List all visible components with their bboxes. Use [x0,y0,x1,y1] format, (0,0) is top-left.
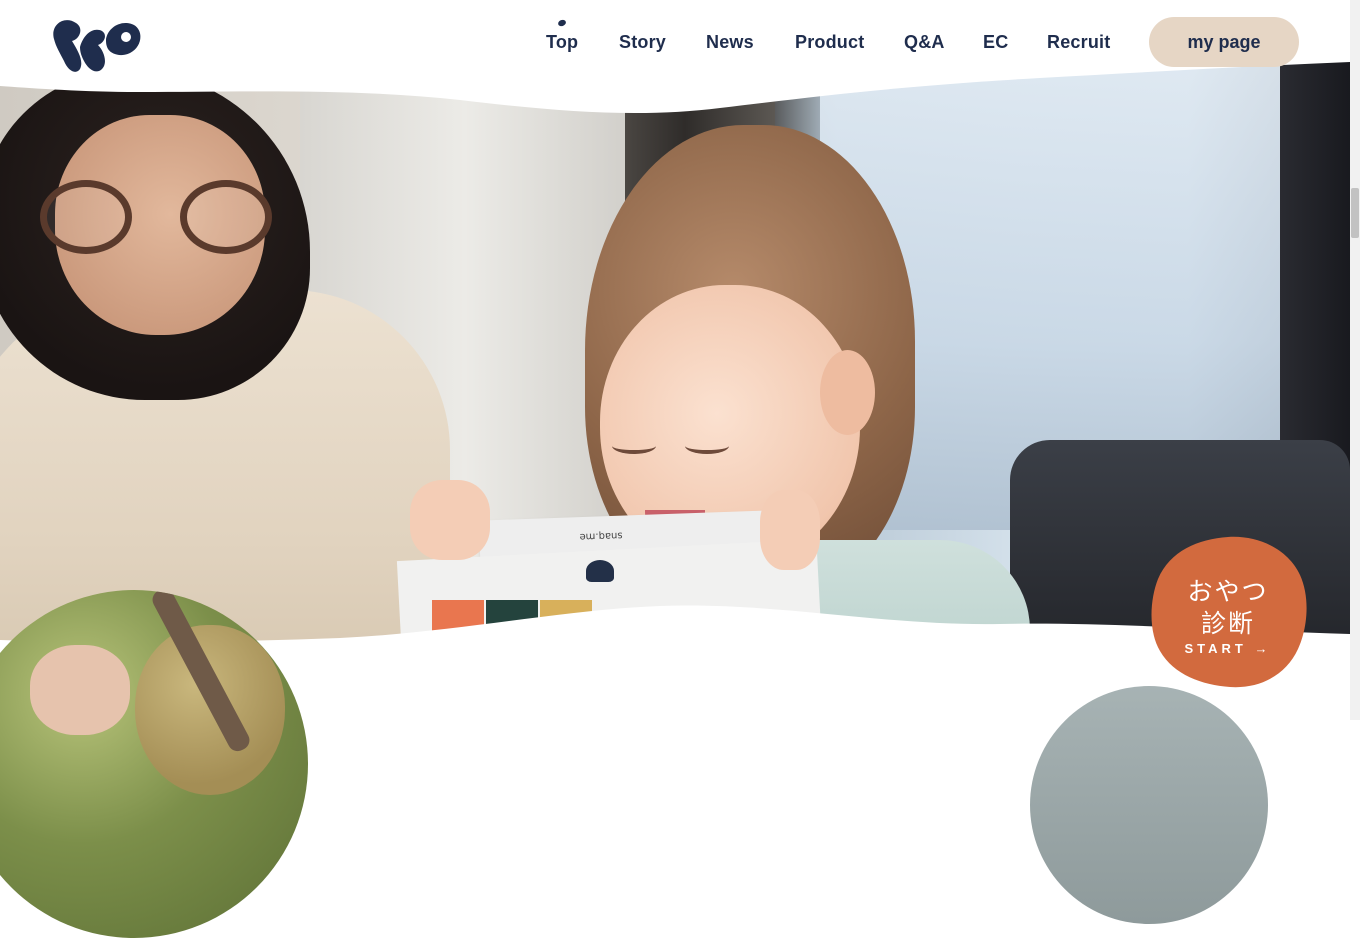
nav-ec[interactable]: EC [983,32,1008,53]
scrollbar-thumb[interactable] [1351,188,1359,238]
page-scrollbar[interactable] [1350,0,1360,720]
nav-top[interactable]: Top [546,32,578,53]
start-text: START [1184,641,1247,656]
nav-news[interactable]: News [706,32,754,53]
badge-title-line2: 診断 [1200,609,1255,638]
nav-product[interactable]: Product [795,32,864,53]
my-page-button[interactable]: my page [1149,17,1299,67]
brand-logo[interactable] [50,17,142,73]
arrow-right-icon: → [1254,641,1272,656]
badge-start-label: START → [1148,641,1308,656]
nav-story[interactable]: Story [619,32,666,53]
nav-qa[interactable]: Q&A [904,32,945,53]
nav-recruit[interactable]: Recruit [1047,32,1110,53]
pear-hand [30,645,130,735]
badge-title-line1: おやつ [1187,577,1269,606]
secondary-photo [1030,686,1268,924]
snack-diagnosis-badge[interactable]: おやつ 診断 START → [1148,535,1308,688]
